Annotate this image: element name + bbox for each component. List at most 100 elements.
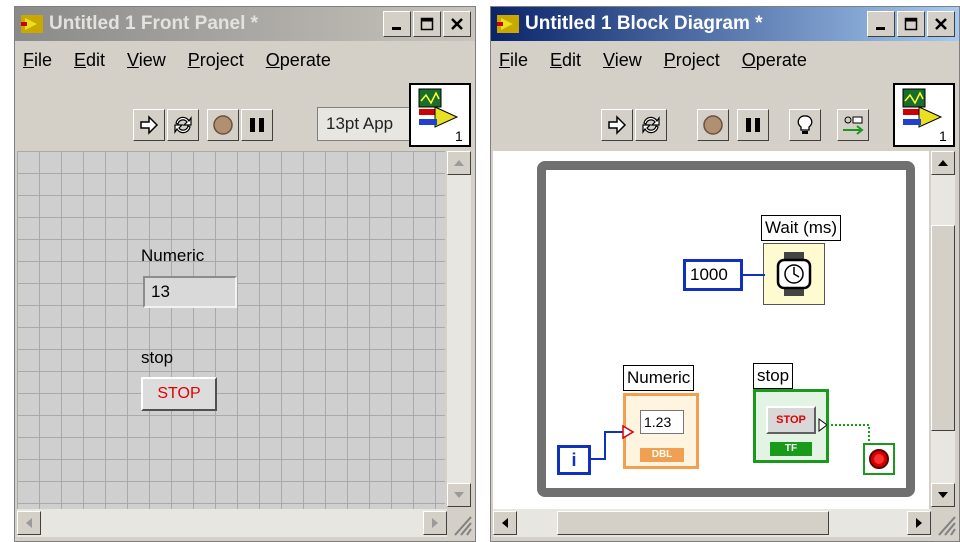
horizontal-scroll-thumb[interactable] bbox=[557, 511, 829, 535]
block-diagram-toolbar: 1 bbox=[491, 79, 959, 151]
maximize-icon bbox=[420, 17, 434, 31]
lightbulb-icon bbox=[797, 115, 813, 134]
vi-icon: 1 bbox=[902, 88, 947, 144]
run-button[interactable] bbox=[601, 109, 633, 141]
run-continuously-icon bbox=[642, 116, 660, 134]
scroll-right-button[interactable] bbox=[423, 511, 447, 535]
run-arrow-icon bbox=[608, 115, 627, 135]
connector-number: 1 bbox=[939, 128, 947, 144]
arrow-down-icon bbox=[454, 492, 464, 498]
close-icon bbox=[451, 18, 463, 30]
close-icon bbox=[935, 18, 947, 30]
stop-condition-icon bbox=[869, 449, 889, 469]
loop-condition-terminal[interactable] bbox=[863, 443, 895, 475]
numeric-label: Numeric bbox=[141, 246, 205, 265]
block-diagram-title: Untitled 1 Block Diagram * bbox=[525, 13, 763, 34]
wire-stop-to-conditional bbox=[818, 418, 870, 441]
menu-operate[interactable]: Operate bbox=[742, 50, 807, 71]
scroll-down-button[interactable] bbox=[931, 483, 955, 507]
front-panel-title: Untitled 1 Front Panel * bbox=[49, 13, 259, 34]
stop-boolean-text: STOP bbox=[766, 406, 816, 434]
abort-stop-icon bbox=[213, 115, 233, 135]
scroll-up-button[interactable] bbox=[447, 151, 471, 175]
stop-label: stop bbox=[141, 348, 174, 367]
front-panel-vertical-scrollbar[interactable] bbox=[447, 151, 471, 507]
run-button[interactable] bbox=[133, 109, 165, 141]
connector-pane[interactable]: 1 bbox=[409, 83, 471, 147]
labview-window-icon bbox=[21, 15, 43, 33]
menu-project[interactable]: Project bbox=[188, 50, 244, 71]
wait-ms-function[interactable] bbox=[763, 243, 825, 305]
maximize-icon bbox=[904, 17, 918, 31]
watch-icon bbox=[776, 252, 812, 296]
arrow-down-icon bbox=[938, 492, 948, 498]
block-diagram-window: Untitled 1 Block Diagram * File Edit Vie… bbox=[490, 6, 960, 542]
run-arrow-icon bbox=[140, 115, 159, 135]
arrow-left-icon bbox=[26, 518, 32, 528]
menu-project[interactable]: Project bbox=[664, 50, 720, 71]
close-button[interactable] bbox=[927, 11, 955, 37]
scroll-down-button[interactable] bbox=[447, 483, 471, 507]
numeric-control[interactable]: 13 bbox=[143, 276, 237, 308]
iteration-terminal[interactable]: i bbox=[557, 445, 591, 475]
arrow-left-icon bbox=[502, 518, 508, 528]
stop-boolean-type: TF bbox=[770, 442, 812, 456]
scroll-left-button[interactable] bbox=[17, 511, 41, 535]
block-diagram-horizontal-scrollbar[interactable] bbox=[493, 509, 931, 537]
minimize-icon bbox=[876, 27, 885, 30]
abort-stop-icon bbox=[703, 115, 723, 135]
maximize-button[interactable] bbox=[413, 11, 441, 37]
abort-button[interactable] bbox=[207, 109, 239, 141]
numeric-type-dbl: DBL bbox=[640, 448, 684, 462]
stop-control-label: stop bbox=[753, 363, 794, 389]
resize-grip-icon[interactable] bbox=[449, 509, 473, 537]
scroll-up-button[interactable] bbox=[931, 151, 955, 175]
arrow-right-icon bbox=[432, 518, 438, 528]
front-panel-menubar: File Edit View Project Operate bbox=[15, 43, 475, 77]
arrow-up-icon bbox=[938, 160, 948, 166]
minimize-icon bbox=[392, 27, 401, 30]
abort-button[interactable] bbox=[697, 109, 729, 141]
block-diagram-canvas[interactable]: Wait (ms) 1000 Numeric 1.23 DBL i stop S… bbox=[493, 151, 929, 509]
pause-icon bbox=[250, 118, 264, 132]
menu-operate[interactable]: Operate bbox=[266, 50, 331, 71]
menu-edit[interactable]: Edit bbox=[74, 50, 105, 71]
pause-icon bbox=[746, 118, 760, 132]
front-panel-canvas[interactable]: Numeric 13 stop STOP bbox=[17, 151, 445, 509]
close-button[interactable] bbox=[443, 11, 471, 37]
block-diagram-titlebar[interactable]: Untitled 1 Block Diagram * bbox=[491, 7, 959, 41]
menu-view[interactable]: View bbox=[603, 50, 642, 71]
highlight-execution-button[interactable] bbox=[789, 109, 821, 141]
wait-function-label: Wait (ms) bbox=[761, 215, 842, 241]
pause-button[interactable] bbox=[241, 109, 273, 141]
pause-button[interactable] bbox=[737, 109, 769, 141]
arrow-up-icon bbox=[454, 160, 464, 166]
scroll-right-button[interactable] bbox=[907, 511, 931, 535]
retain-wire-values-button[interactable] bbox=[837, 109, 869, 141]
wait-constant-1000[interactable]: 1000 bbox=[683, 259, 743, 291]
scroll-left-button[interactable] bbox=[493, 511, 517, 535]
font-selector[interactable]: 13pt App bbox=[317, 107, 421, 141]
connector-number: 1 bbox=[455, 128, 463, 144]
connector-pane[interactable]: 1 bbox=[893, 83, 955, 147]
menu-view[interactable]: View bbox=[127, 50, 166, 71]
minimize-button[interactable] bbox=[867, 11, 895, 37]
block-diagram-vertical-scrollbar[interactable] bbox=[931, 151, 955, 507]
stop-button[interactable]: STOP bbox=[141, 377, 217, 411]
front-panel-horizontal-scrollbar[interactable] bbox=[17, 509, 447, 537]
wire-iteration-to-numeric bbox=[591, 424, 635, 460]
menu-edit[interactable]: Edit bbox=[550, 50, 581, 71]
front-panel-titlebar[interactable]: Untitled 1 Front Panel * bbox=[15, 7, 475, 41]
menu-file[interactable]: File bbox=[23, 50, 52, 71]
menu-file[interactable]: File bbox=[499, 50, 528, 71]
run-continuously-icon bbox=[174, 116, 192, 134]
wire-const-to-wait bbox=[743, 274, 765, 276]
maximize-button[interactable] bbox=[897, 11, 925, 37]
vi-icon: 1 bbox=[418, 88, 463, 144]
vertical-scroll-thumb[interactable] bbox=[931, 225, 955, 431]
probe-wire-icon bbox=[843, 116, 864, 135]
run-continuously-button[interactable] bbox=[635, 109, 667, 141]
run-continuously-button[interactable] bbox=[167, 109, 199, 141]
minimize-button[interactable] bbox=[383, 11, 411, 37]
resize-grip-icon[interactable] bbox=[933, 509, 957, 537]
